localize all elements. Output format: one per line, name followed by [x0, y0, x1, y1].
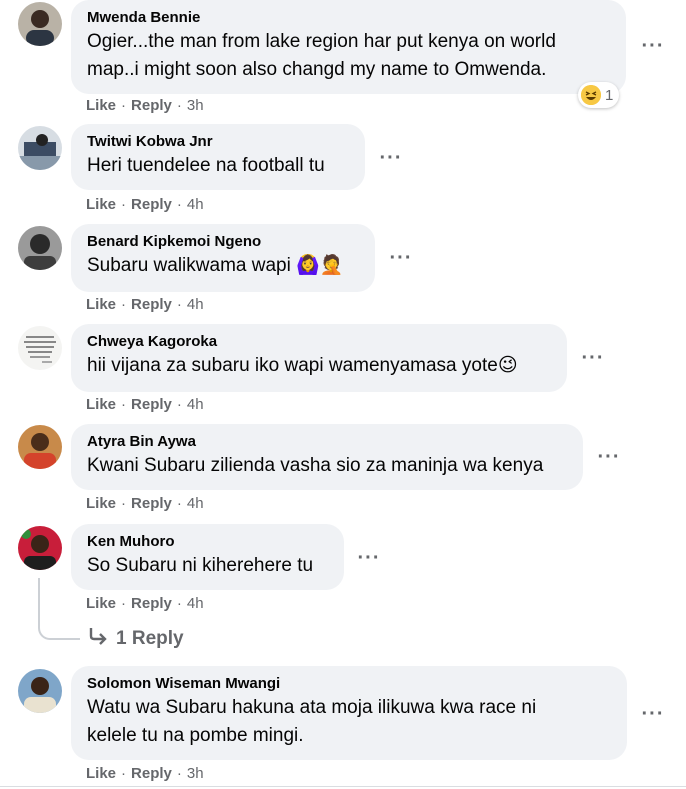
avatar[interactable]: [18, 526, 62, 570]
avatar[interactable]: [18, 226, 62, 270]
reply-link[interactable]: Reply: [131, 495, 172, 512]
more-options-icon[interactable]: ···: [356, 548, 382, 572]
comment-bubble: Ken Muhoro So Subaru ni kiherehere tu: [71, 524, 344, 590]
comment-author[interactable]: Atyra Bin Aywa: [87, 432, 567, 452]
comment-actions: Like · Reply · 4h: [86, 396, 204, 413]
timestamp[interactable]: 4h: [187, 196, 204, 213]
avatar[interactable]: [18, 126, 62, 170]
more-options-icon[interactable]: ···: [378, 148, 404, 172]
comment-actions: Like · Reply · 4h: [86, 495, 204, 512]
comment-author[interactable]: Chweya Kagoroka: [87, 332, 551, 352]
comment-bubble: Solomon Wiseman Mwangi Watu wa Subaru ha…: [71, 666, 627, 760]
comment-text-line: Heri tuendelee na football tu: [87, 155, 325, 176]
avatar[interactable]: [18, 2, 62, 46]
comment-bubble: Mwenda Bennie Ogier...the man from lake …: [71, 0, 626, 94]
comment-actions: Like · Reply · 4h: [86, 595, 204, 612]
comment-text-line: kelele tu na pombe mingi.: [87, 725, 304, 746]
comment-author[interactable]: Benard Kipkemoi Ngeno: [87, 232, 359, 252]
like-link[interactable]: Like: [86, 196, 116, 213]
comment-bubble: Atyra Bin Aywa Kwani Subaru zilienda vas…: [71, 424, 583, 490]
more-options-icon[interactable]: ···: [580, 348, 606, 372]
comment-actions: Like · Reply · 4h: [86, 296, 204, 313]
reaction-count: 1: [605, 86, 614, 104]
like-link[interactable]: Like: [86, 595, 116, 612]
reply-link[interactable]: Reply: [131, 396, 172, 413]
comment-author[interactable]: Mwenda Bennie: [87, 8, 610, 28]
reply-link[interactable]: Reply: [131, 196, 172, 213]
comment-text-line: Watu wa Subaru hakuna ata moja ilikuwa k…: [87, 697, 537, 718]
reply-link[interactable]: Reply: [131, 595, 172, 612]
comment-text-line: So Subaru ni kiherehere tu: [87, 555, 314, 576]
comment-actions: Like · Reply · 3h: [86, 765, 204, 782]
reply-link[interactable]: Reply: [131, 296, 172, 313]
view-replies-link[interactable]: 1 Reply: [88, 627, 184, 651]
comment-bubble: Chweya Kagoroka hii vijana za subaru iko…: [71, 324, 567, 392]
comment-actions: Like · Reply · 4h: [86, 196, 204, 213]
comment-text-line: hii vijana za subaru iko wapi wamenyamas…: [87, 355, 518, 376]
timestamp[interactable]: 4h: [187, 296, 204, 313]
like-link[interactable]: Like: [86, 97, 116, 114]
comment-author[interactable]: Twitwi Kobwa Jnr: [87, 132, 349, 152]
more-options-icon[interactable]: ···: [388, 248, 414, 272]
like-link[interactable]: Like: [86, 296, 116, 313]
reply-link[interactable]: Reply: [131, 97, 172, 114]
timestamp[interactable]: 4h: [187, 595, 204, 612]
more-options-icon[interactable]: ···: [596, 447, 622, 471]
view-replies-label: 1 Reply: [116, 628, 184, 649]
comment-bubble: Benard Kipkemoi Ngeno Subaru walikwama w…: [71, 224, 375, 292]
more-options-icon[interactable]: ···: [640, 36, 666, 60]
more-options-icon[interactable]: ···: [640, 704, 666, 728]
comment-author[interactable]: Solomon Wiseman Mwangi: [87, 674, 611, 694]
timestamp[interactable]: 3h: [187, 97, 204, 114]
comment-bubble: Twitwi Kobwa Jnr Heri tuendelee na footb…: [71, 124, 365, 190]
reply-link[interactable]: Reply: [131, 765, 172, 782]
comment-author[interactable]: Ken Muhoro: [87, 532, 328, 552]
avatar[interactable]: [18, 326, 62, 370]
thread-line: [38, 578, 80, 640]
laughing-emoji-icon: [581, 85, 601, 105]
reply-arrow-icon: [88, 627, 108, 651]
comment-actions: Like · Reply · 3h: [86, 97, 204, 114]
avatar[interactable]: [18, 669, 62, 713]
comment-text-line: Ogier...the man from lake region har put…: [87, 31, 556, 52]
comment-text-line: Kwani Subaru zilienda vasha sio za manin…: [87, 455, 544, 476]
like-link[interactable]: Like: [86, 495, 116, 512]
like-link[interactable]: Like: [86, 396, 116, 413]
comment-text-line: Subaru walikwama wapi 🙆‍♀️🤦: [87, 255, 344, 276]
bottom-divider: [0, 786, 686, 787]
comment-text-line: map..i might soon also changd my name to…: [87, 59, 547, 80]
timestamp[interactable]: 4h: [187, 495, 204, 512]
timestamp[interactable]: 4h: [187, 396, 204, 413]
reaction-badge[interactable]: 1: [578, 82, 620, 108]
like-link[interactable]: Like: [86, 765, 116, 782]
avatar[interactable]: [18, 425, 62, 469]
timestamp[interactable]: 3h: [187, 765, 204, 782]
